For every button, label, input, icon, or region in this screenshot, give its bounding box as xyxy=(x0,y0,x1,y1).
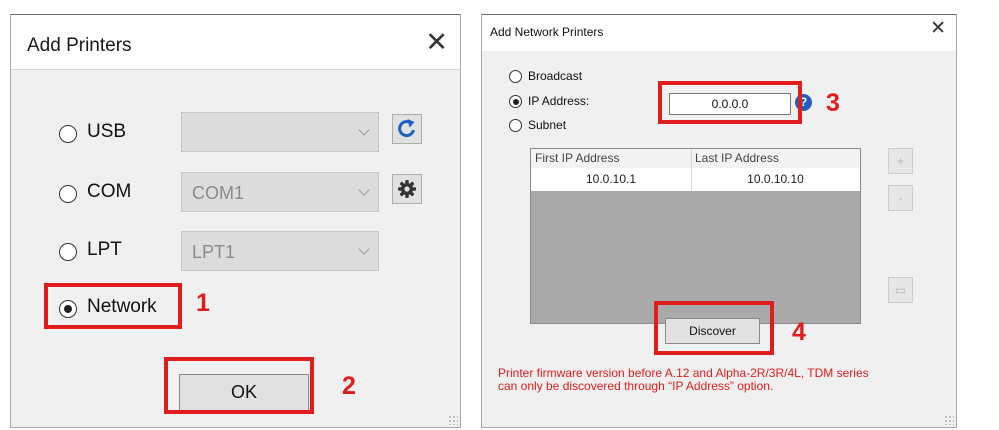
add-range-button[interactable]: + xyxy=(888,148,913,174)
dialog-title: Add Network Printers xyxy=(490,25,604,39)
com-label: COM xyxy=(87,181,132,202)
close-icon[interactable]: ✕ xyxy=(930,19,946,38)
annotation-1: 1 xyxy=(196,289,210,317)
annotation-3: 3 xyxy=(826,89,840,117)
first-ip-cell[interactable]: 10.0.10.1 xyxy=(531,168,691,191)
radio-lpt[interactable] xyxy=(59,243,77,261)
lpt-label: LPT xyxy=(87,239,122,260)
subnet-table[interactable]: First IP Address Last IP Address 10.0.10… xyxy=(530,148,861,324)
annotation-2: 2 xyxy=(342,372,356,400)
com-combo[interactable]: COM1 xyxy=(181,172,379,212)
last-ip-cell[interactable]: 10.0.10.10 xyxy=(691,168,860,191)
refresh-button[interactable] xyxy=(392,114,422,144)
highlight-box-ip xyxy=(658,81,802,124)
refresh-icon xyxy=(398,119,415,137)
column-last-ip[interactable]: Last IP Address xyxy=(691,149,860,168)
firmware-note: Printer firmware version before A.12 and… xyxy=(498,367,938,393)
chevron-down-icon xyxy=(358,184,370,196)
close-icon[interactable]: ✕ xyxy=(425,29,448,56)
resize-grip[interactable] xyxy=(448,415,458,425)
ip-address-label: IP Address: xyxy=(528,94,590,108)
column-divider xyxy=(691,149,692,191)
broadcast-label: Broadcast xyxy=(528,69,583,83)
annotation-4: 4 xyxy=(792,318,806,346)
subnet-label: Subnet xyxy=(528,118,567,132)
radio-ip-address[interactable] xyxy=(509,95,522,108)
settings-button[interactable] xyxy=(392,174,422,204)
title-bar: Add Network Printers ✕ xyxy=(482,15,956,51)
gear-icon xyxy=(398,180,416,198)
table-header: First IP Address Last IP Address xyxy=(531,149,860,169)
table-row[interactable]: 10.0.10.1 10.0.10.10 xyxy=(531,168,860,191)
lpt-combo-value: LPT1 xyxy=(192,242,236,262)
chevron-down-icon xyxy=(358,124,370,136)
radio-usb[interactable] xyxy=(59,125,77,143)
folder-icon: ▭ xyxy=(894,283,907,297)
title-divider xyxy=(11,69,460,70)
add-network-printers-dialog: Add Network Printers ✕ Broadcast IP Addr… xyxy=(481,14,957,428)
highlight-box-discover xyxy=(654,301,774,355)
resize-grip[interactable] xyxy=(944,415,954,425)
remove-range-button[interactable]: - xyxy=(888,185,913,211)
radio-subnet[interactable] xyxy=(509,119,522,132)
highlight-box-ok xyxy=(164,357,314,414)
lpt-combo[interactable]: LPT1 xyxy=(181,231,379,271)
note-line-2: can only be discovered through “IP Addre… xyxy=(498,379,774,393)
title-bar: Add Printers ✕ xyxy=(11,15,460,69)
radio-broadcast[interactable] xyxy=(509,70,522,83)
usb-label: USB xyxy=(87,121,127,142)
usb-combo[interactable] xyxy=(181,112,379,152)
chevron-down-icon xyxy=(358,243,370,255)
radio-com[interactable] xyxy=(59,185,77,203)
com-combo-value: COM1 xyxy=(192,183,245,203)
highlight-box-network xyxy=(44,283,182,329)
column-first-ip[interactable]: First IP Address xyxy=(531,149,691,168)
import-button[interactable]: ▭ xyxy=(888,277,913,303)
dialog-title: Add Printers xyxy=(27,35,132,56)
